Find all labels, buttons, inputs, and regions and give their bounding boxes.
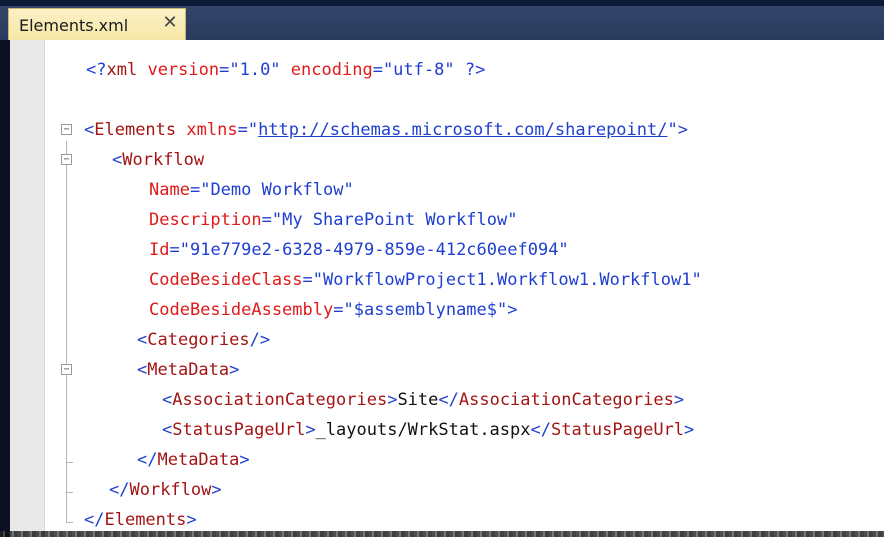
- code-token: >: [387, 390, 398, 410]
- code-token: <: [137, 330, 148, 350]
- code-token: "91e779e2-6328-4979-859e-412c60eef094": [179, 240, 569, 260]
- code-token: "utf-8": [382, 60, 455, 80]
- close-icon[interactable]: ✕: [159, 12, 181, 34]
- code-line-13: </MetaData>: [137, 449, 250, 471]
- code-token: >: [186, 510, 197, 530]
- collapse-workflow-icon[interactable]: −: [61, 154, 72, 165]
- code-token: "$assemblyname$": [343, 300, 508, 320]
- code-token: =: [189, 180, 201, 200]
- code-line-3: <Workflow: [112, 149, 204, 171]
- code-token: >: [684, 420, 695, 440]
- code-token: =: [372, 60, 383, 80]
- code-token: </: [137, 450, 158, 470]
- code-token: Workflow: [122, 150, 205, 170]
- code-token: ": [247, 120, 259, 140]
- code-line-10: <MetaData>: [137, 359, 239, 381]
- code-token: encoding: [290, 60, 373, 80]
- code-token: >: [229, 360, 240, 380]
- namespace-url-link[interactable]: http://schemas.microsoft.com/sharepoint/: [258, 120, 667, 140]
- margin-separator: [44, 40, 45, 537]
- code-token: MetaData: [147, 360, 230, 380]
- code-line-7: CodeBesideClass="WorkflowProject1.Workfl…: [149, 269, 702, 291]
- outline-guide-end-elements: [66, 522, 73, 523]
- code-line-8: CodeBesideAssembly="$assemblyname$">: [149, 299, 518, 321]
- code-token: AssociationCategories: [458, 390, 674, 410]
- code-token: =: [333, 300, 344, 320]
- code-line-6: Id="91e779e2-6328-4979-859e-412c60eef094…: [149, 239, 569, 261]
- code-token: <?: [86, 60, 107, 80]
- code-token: Description: [149, 210, 262, 230]
- code-token: xml: [106, 60, 138, 80]
- code-token: <: [162, 390, 173, 410]
- code-token: >: [673, 390, 685, 410]
- code-line-14: </Workflow>: [109, 479, 222, 501]
- code-token: />: [249, 330, 271, 350]
- code-line-5: Description="My SharePoint Workflow": [149, 209, 517, 231]
- code-line-11: <AssociationCategories>Site</Association…: [162, 389, 684, 411]
- tab-label: Elements.xml: [19, 16, 129, 35]
- code-token: Workflow: [129, 480, 212, 500]
- code-token: CodeBesideClass: [149, 270, 303, 290]
- code-token: Categories: [147, 330, 250, 350]
- code-token: >: [305, 420, 316, 440]
- collapse-metadata-icon[interactable]: −: [61, 364, 72, 375]
- code-line-2: <Elements xmlns="http://schemas.microsof…: [84, 119, 688, 141]
- code-token: =: [219, 60, 230, 80]
- code-token: </: [109, 480, 130, 500]
- code-token: Elements: [94, 120, 177, 140]
- code-token: <: [84, 120, 95, 140]
- cropped-bottom-edge: [0, 531, 884, 537]
- code-token: </: [530, 420, 551, 440]
- code-token: _layouts/WrkStat.aspx: [315, 420, 531, 440]
- code-token: "My SharePoint Workflow": [271, 210, 518, 230]
- code-token: Name: [149, 180, 190, 200]
- code-line-1: <?xml version="1.0" encoding="utf-8" ?>: [86, 59, 485, 81]
- code-token: </: [438, 390, 459, 410]
- collapse-elements-icon[interactable]: −: [61, 124, 72, 135]
- code-token: <: [112, 150, 123, 170]
- code-token: ?>: [464, 60, 486, 80]
- editor-left-margin: [10, 40, 44, 537]
- code-token: "1.0": [229, 60, 281, 80]
- xml-editor[interactable]: − − − <?xml version="1.0" encoding="utf-…: [10, 40, 884, 537]
- code-token: =: [261, 210, 272, 230]
- code-token: >: [677, 120, 688, 140]
- code-token: ": [667, 120, 678, 140]
- code-line-4: Name="Demo Workflow": [149, 179, 354, 201]
- code-token: >: [211, 480, 222, 500]
- code-token: version: [147, 60, 220, 80]
- code-line-12: <StatusPageUrl>_layouts/WrkStat.aspx</St…: [162, 419, 694, 441]
- code-token: <: [137, 360, 148, 380]
- code-token: <: [162, 420, 173, 440]
- code-token: =: [169, 240, 180, 260]
- outline-guide-metadata: [66, 381, 67, 462]
- outline-guide-end-metadata: [66, 462, 73, 463]
- code-token: MetaData: [157, 450, 240, 470]
- code-token: Site: [397, 390, 439, 410]
- code-token: =: [237, 120, 248, 140]
- code-line-15: </Elements>: [84, 509, 197, 531]
- outline-guide-end-workflow: [66, 492, 73, 493]
- code-token: xmlns: [186, 120, 238, 140]
- code-line-9: <Categories/>: [137, 329, 270, 351]
- code-token: >: [507, 300, 518, 320]
- code-token: </: [84, 510, 105, 530]
- code-token: Elements: [104, 510, 187, 530]
- code-token: CodeBesideAssembly: [149, 300, 334, 320]
- code-token: StatusPageUrl: [550, 420, 685, 440]
- code-token: "WorkflowProject1.Workflow1.Workflow1": [312, 270, 702, 290]
- code-token: AssociationCategories: [172, 390, 388, 410]
- code-token: Id: [149, 240, 170, 260]
- code-token: StatusPageUrl: [172, 420, 306, 440]
- code-token: >: [239, 450, 250, 470]
- code-token: "Demo Workflow": [200, 180, 354, 200]
- tab-elements-xml[interactable]: Elements.xml ✕: [8, 8, 186, 40]
- document-tab-bar: Elements.xml ✕: [0, 0, 884, 40]
- code-token: =: [302, 270, 313, 290]
